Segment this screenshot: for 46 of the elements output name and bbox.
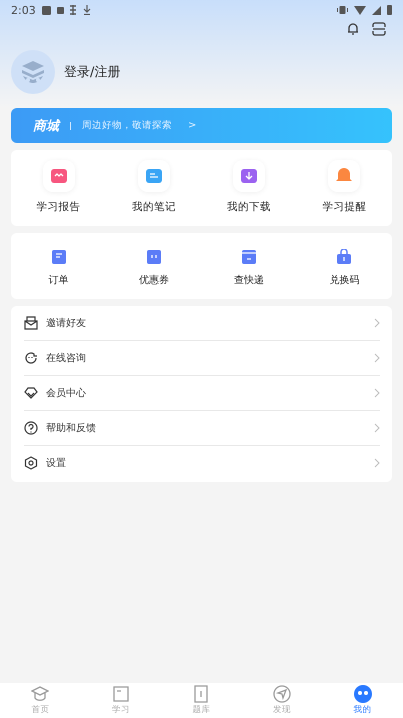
service-label[interactable]: 优惠券 <box>138 273 169 287</box>
study-tool-icon[interactable] <box>50 167 68 185</box>
nav-tab[interactable]: 我的 <box>322 683 403 718</box>
study-tool-label[interactable]: 我的下载 <box>227 200 272 214</box>
chat-face-icon <box>24 351 38 365</box>
chevron-right-icon <box>374 423 380 433</box>
service-label[interactable]: 订单 <box>48 273 69 287</box>
study-tool-label[interactable]: 学习提醒 <box>322 200 366 214</box>
study-tool-icon[interactable] <box>144 167 163 185</box>
chevron-right-icon <box>374 353 380 363</box>
help-icon <box>24 421 38 435</box>
signal-icon <box>372 6 381 14</box>
vibrate-icon <box>337 5 348 15</box>
service-label[interactable]: 查快递 <box>234 273 264 287</box>
study-tool-label[interactable]: 我的笔记 <box>132 200 176 214</box>
menu-item[interactable]: 在线咨询 <box>24 341 380 376</box>
graduation-cap-icon <box>31 685 50 703</box>
menu-item[interactable]: 设置 <box>24 446 380 480</box>
avatar[interactable] <box>11 50 55 94</box>
service-label[interactable]: 兑换码 <box>329 273 360 287</box>
envelope-icon <box>24 316 38 330</box>
diamond-icon <box>24 386 38 400</box>
menu-item[interactable]: 会员中心 <box>24 376 380 411</box>
chevron-right-icon <box>374 458 380 468</box>
mall-arrow: > <box>188 120 196 131</box>
study-tool-label[interactable]: 学习报告 <box>36 200 81 214</box>
study-tool-icon[interactable] <box>240 167 258 185</box>
notification-bell-icon[interactable] <box>346 22 360 36</box>
service-icon[interactable] <box>336 249 352 265</box>
mall-title: 商城 <box>33 118 59 134</box>
service-icon[interactable] <box>146 249 162 265</box>
service-icon[interactable] <box>241 249 258 265</box>
service-icon[interactable] <box>50 249 67 265</box>
battery-icon <box>387 5 392 15</box>
download-icon <box>82 5 91 15</box>
scan-icon[interactable] <box>372 22 386 36</box>
settings-icon <box>24 456 38 470</box>
menu-item[interactable]: 帮助和反馈 <box>24 411 380 446</box>
mall-subtitle: 周边好物，敬请探索 <box>82 119 172 132</box>
status-time: 2:03 <box>11 4 36 16</box>
login-register-link[interactable]: 登录/注册 <box>64 63 120 81</box>
chevron-right-icon <box>374 388 380 398</box>
wifi-icon <box>354 6 366 14</box>
chevron-right-icon <box>374 318 380 328</box>
menu-item[interactable]: 邀请好友 <box>24 306 380 341</box>
compass-icon <box>273 685 292 703</box>
